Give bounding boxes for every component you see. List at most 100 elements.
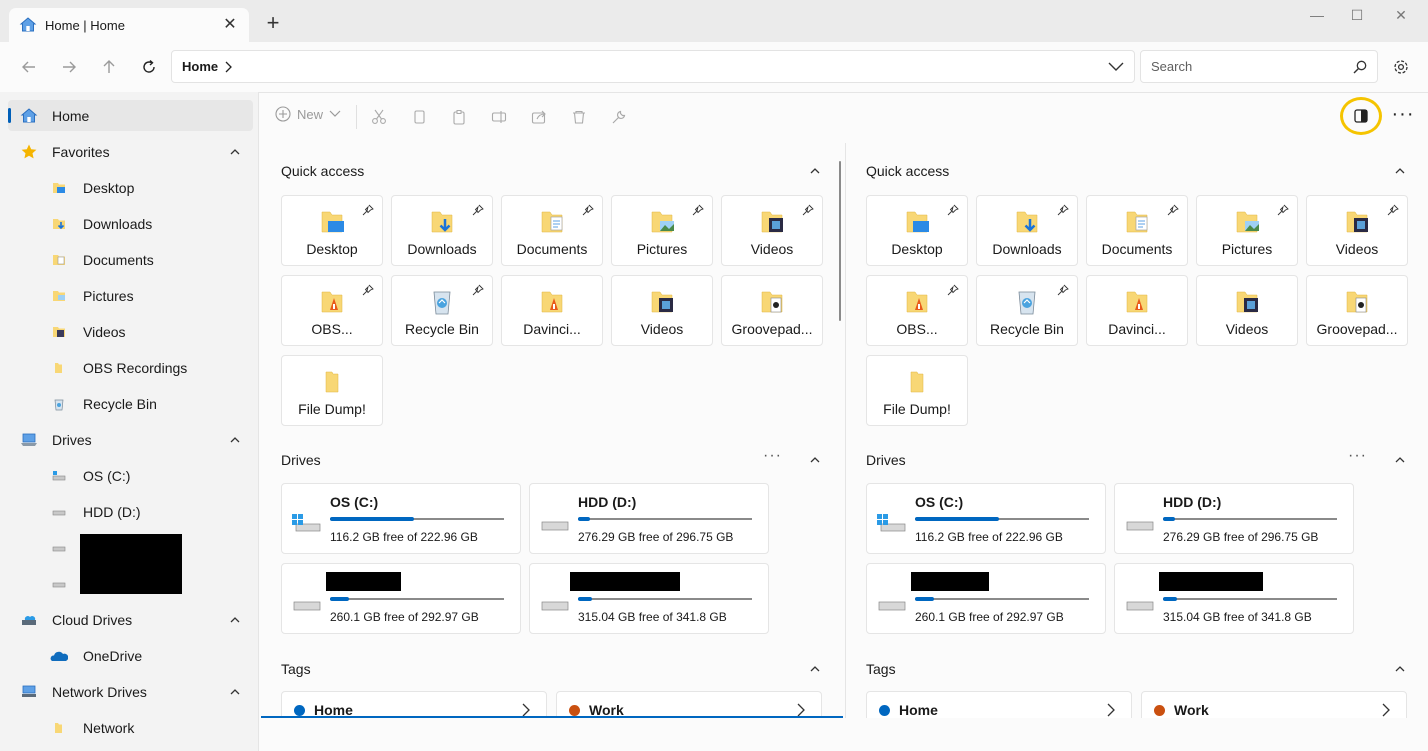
- quick-access-item[interactable]: OBS...: [866, 275, 968, 346]
- sidebar-item-network-drives[interactable]: Network Drives: [8, 676, 253, 707]
- chevron-down-icon[interactable]: [1108, 59, 1124, 73]
- tab-home[interactable]: Home | Home ✕: [9, 8, 249, 42]
- pin-icon[interactable]: [362, 204, 374, 216]
- tag-card[interactable]: Work: [1141, 691, 1407, 718]
- drive-card[interactable]: OS (C:) 116.2 GB free of 222.96 GB: [281, 483, 521, 554]
- quick-access-item[interactable]: Recycle Bin: [391, 275, 493, 346]
- pin-icon[interactable]: [472, 204, 484, 216]
- sidebar-item-downloads[interactable]: Downloads: [8, 208, 253, 239]
- cut-button[interactable]: [369, 107, 389, 127]
- drive-card[interactable]: HDD (D:) 276.29 GB free of 296.75 GB: [1114, 483, 1354, 554]
- quick-access-item[interactable]: Videos: [1196, 275, 1298, 346]
- quick-access-item[interactable]: Davinci...: [501, 275, 603, 346]
- pin-icon[interactable]: [582, 204, 594, 216]
- drive-card[interactable]: 260.1 GB free of 292.97 GB: [866, 563, 1106, 634]
- tag-card[interactable]: Work: [556, 691, 822, 718]
- quick-access-item[interactable]: Pictures: [1196, 195, 1298, 266]
- new-button[interactable]: New: [275, 106, 341, 122]
- paste-button[interactable]: [449, 107, 469, 127]
- preview-pane-button[interactable]: [1340, 97, 1382, 135]
- rename-button[interactable]: [489, 107, 509, 127]
- quick-access-item[interactable]: Downloads: [391, 195, 493, 266]
- share-button[interactable]: [529, 107, 549, 127]
- chevron-up-icon[interactable]: [229, 434, 241, 446]
- path-box[interactable]: Home: [171, 50, 1135, 83]
- drive-card[interactable]: 260.1 GB free of 292.97 GB: [281, 563, 521, 634]
- sidebar-item-hdd-d[interactable]: HDD (D:): [8, 496, 253, 527]
- close-tab-button[interactable]: ✕: [221, 16, 239, 34]
- quick-access-item[interactable]: Groovepad...: [1306, 275, 1408, 346]
- delete-button[interactable]: [569, 107, 589, 127]
- pin-icon[interactable]: [1387, 204, 1399, 216]
- pin-icon[interactable]: [1057, 284, 1069, 296]
- quick-access-item[interactable]: Pictures: [611, 195, 713, 266]
- sidebar-item-favorites[interactable]: Favorites: [8, 136, 253, 167]
- chevron-up-icon[interactable]: [1394, 165, 1406, 177]
- pin-icon[interactable]: [1277, 204, 1289, 216]
- pin-icon[interactable]: [947, 204, 959, 216]
- quick-access-item[interactable]: Videos: [1306, 195, 1408, 266]
- drive-card[interactable]: OS (C:) 116.2 GB free of 222.96 GB: [866, 483, 1106, 554]
- copy-button[interactable]: [409, 107, 429, 127]
- sidebar-item-desktop[interactable]: Desktop: [8, 172, 253, 203]
- chevron-up-icon[interactable]: [229, 614, 241, 626]
- pin-icon[interactable]: [1057, 204, 1069, 216]
- scrollbar[interactable]: [839, 161, 841, 321]
- sidebar-item-cloud-drives[interactable]: Cloud Drives: [8, 604, 253, 635]
- pin-icon[interactable]: [1167, 204, 1179, 216]
- settings-button[interactable]: [1390, 56, 1412, 78]
- refresh-button[interactable]: [136, 54, 162, 80]
- pin-icon[interactable]: [802, 204, 814, 216]
- tag-card[interactable]: Home: [866, 691, 1132, 718]
- pin-icon[interactable]: [362, 284, 374, 296]
- quick-access-item[interactable]: OBS...: [281, 275, 383, 346]
- sidebar-item-obs-recordings[interactable]: OBS Recordings: [8, 352, 253, 383]
- more-options-button[interactable]: ···: [1391, 104, 1415, 129]
- drives-more-button[interactable]: ···: [1348, 447, 1367, 465]
- maximize-button[interactable]: ☐: [1334, 4, 1380, 26]
- quick-access-item[interactable]: Recycle Bin: [976, 275, 1078, 346]
- chevron-up-icon[interactable]: [1394, 663, 1406, 675]
- pin-icon[interactable]: [472, 284, 484, 296]
- quick-access-item[interactable]: File Dump!: [866, 355, 968, 426]
- chevron-right-icon[interactable]: [224, 61, 233, 73]
- quick-access-item[interactable]: Documents: [1086, 195, 1188, 266]
- search-input[interactable]: [1151, 59, 1353, 74]
- chevron-up-icon[interactable]: [809, 454, 821, 466]
- drives-more-button[interactable]: ···: [763, 447, 782, 465]
- tag-card[interactable]: Home: [281, 691, 547, 718]
- properties-button[interactable]: [609, 107, 629, 127]
- quick-access-item[interactable]: Documents: [501, 195, 603, 266]
- chevron-up-icon[interactable]: [229, 686, 241, 698]
- sidebar-item-drives[interactable]: Drives: [8, 424, 253, 455]
- quick-access-item[interactable]: Davinci...: [1086, 275, 1188, 346]
- back-button[interactable]: [16, 54, 42, 80]
- sidebar-item-onedrive[interactable]: OneDrive: [8, 640, 253, 671]
- search-icon[interactable]: [1353, 60, 1367, 74]
- chevron-up-icon[interactable]: [229, 146, 241, 158]
- quick-access-item[interactable]: Downloads: [976, 195, 1078, 266]
- quick-access-item[interactable]: File Dump!: [281, 355, 383, 426]
- sidebar-item-recycle-bin[interactable]: Recycle Bin: [8, 388, 253, 419]
- sidebar-item-pictures[interactable]: Pictures: [8, 280, 253, 311]
- sidebar-item-documents[interactable]: Documents: [8, 244, 253, 275]
- chevron-up-icon[interactable]: [809, 663, 821, 675]
- quick-access-item[interactable]: Desktop: [281, 195, 383, 266]
- pin-icon[interactable]: [692, 204, 704, 216]
- quick-access-item[interactable]: Groovepad...: [721, 275, 823, 346]
- forward-button[interactable]: [56, 54, 82, 80]
- drive-card[interactable]: HDD (D:) 276.29 GB free of 296.75 GB: [529, 483, 769, 554]
- up-button[interactable]: [96, 54, 122, 80]
- quick-access-item[interactable]: Desktop: [866, 195, 968, 266]
- drive-card[interactable]: 315.04 GB free of 341.8 GB: [529, 563, 769, 634]
- sidebar-item-network[interactable]: Network: [8, 712, 253, 743]
- chevron-up-icon[interactable]: [809, 165, 821, 177]
- sidebar-item-home[interactable]: Home: [8, 100, 253, 131]
- quick-access-item[interactable]: Videos: [721, 195, 823, 266]
- sidebar-item-os-c[interactable]: OS (C:): [8, 460, 253, 491]
- chevron-up-icon[interactable]: [1394, 454, 1406, 466]
- quick-access-item[interactable]: Videos: [611, 275, 713, 346]
- drive-card[interactable]: 315.04 GB free of 341.8 GB: [1114, 563, 1354, 634]
- pin-icon[interactable]: [947, 284, 959, 296]
- sidebar-item-videos[interactable]: Videos: [8, 316, 253, 347]
